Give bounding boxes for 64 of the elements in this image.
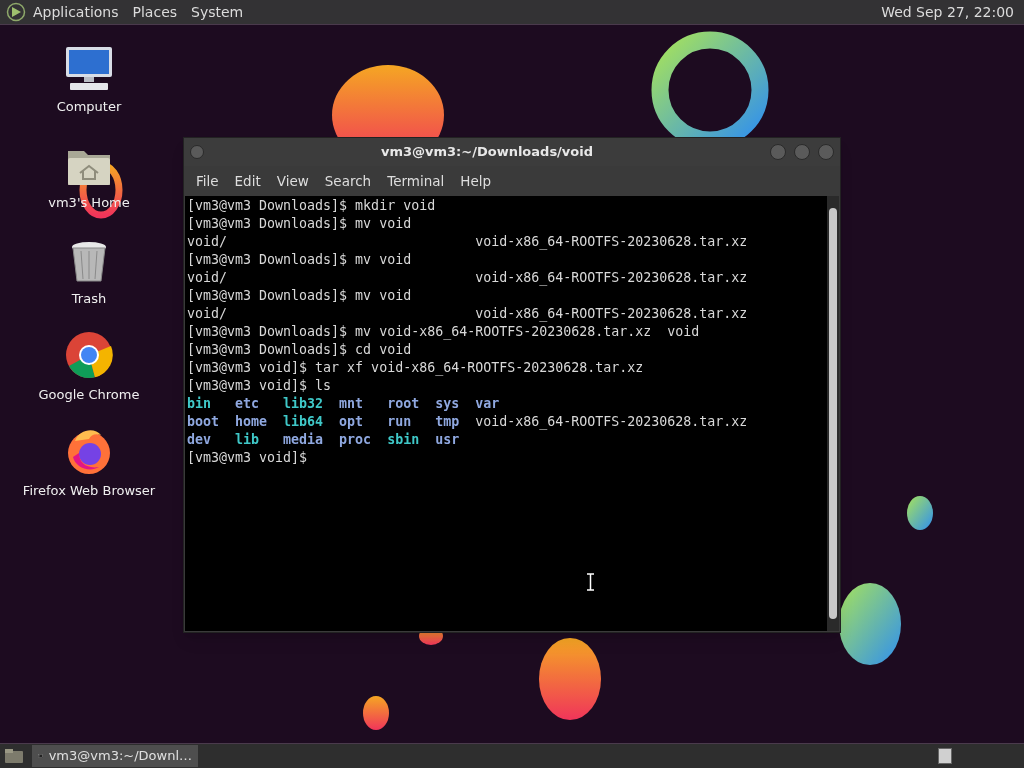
- file-name: tmp: [435, 414, 460, 429]
- panel-menu[interactable]: Applications: [33, 1, 119, 23]
- maximize-button[interactable]: [794, 144, 810, 160]
- file-name: opt: [339, 414, 364, 429]
- file-name: media: [283, 432, 324, 447]
- terminal-line: [vm3@vm3 Downloads]$ mv void: [187, 252, 412, 267]
- file-name: void-x86_64-ROOTFS-20230628.tar.xz: [475, 414, 748, 429]
- panel-clock[interactable]: Wed Sep 27, 22:00: [881, 1, 1018, 23]
- file-name: void-x86_64-ROOTFS-20230628.tar.xz: [475, 270, 748, 285]
- file-name: void-x86_64-ROOTFS-20230628.tar.xz: [475, 306, 748, 321]
- window-menu-button[interactable]: [190, 145, 204, 159]
- desktop-icon-label[interactable]: Google Chrome: [38, 385, 140, 405]
- minimize-button[interactable]: [770, 144, 786, 160]
- menu-item[interactable]: View: [268, 170, 317, 192]
- file-name: void/: [187, 306, 228, 321]
- file-name: sys: [435, 396, 460, 411]
- file-name: root: [387, 396, 420, 411]
- file-name: lib32: [283, 396, 324, 411]
- desktop-icon-label[interactable]: Trash: [71, 289, 107, 309]
- terminal-line: [vm3@vm3 Downloads]$ cd void: [187, 342, 412, 357]
- menu-item[interactable]: Terminal: [379, 170, 453, 192]
- browser-logo-icon: [65, 331, 113, 379]
- panel-menu[interactable]: Places: [132, 1, 178, 23]
- file-name: bin: [187, 396, 212, 411]
- show-desktop-icon[interactable]: [4, 748, 24, 764]
- monitor-icon: [64, 45, 114, 91]
- scrollbar[interactable]: [827, 196, 839, 631]
- fox-globe-icon: [65, 427, 113, 475]
- file-name: sbin: [387, 432, 420, 447]
- play-logo-icon[interactable]: [6, 2, 26, 22]
- terminal-line: [vm3@vm3 void]$: [187, 450, 308, 465]
- file-name: etc: [235, 396, 260, 411]
- trash-icon: [69, 239, 109, 283]
- panel-menu[interactable]: System: [191, 1, 244, 23]
- file-name: home: [235, 414, 268, 429]
- file-name: var: [475, 396, 500, 411]
- menu-item[interactable]: Search: [316, 170, 380, 192]
- desktop-icon-label[interactable]: Firefox Web Browser: [22, 481, 156, 501]
- file-name: run: [387, 414, 412, 429]
- taskbar-button[interactable]: vm3@vm3:~/Downl…: [32, 745, 198, 767]
- file-name: mnt: [339, 396, 364, 411]
- text-cursor-icon: [586, 573, 595, 591]
- window-title: vm3@vm3:~/Downloads/void: [379, 143, 595, 162]
- close-button[interactable]: [818, 144, 834, 160]
- menu-item[interactable]: File: [188, 170, 227, 192]
- terminal-line: [vm3@vm3 Downloads]$ mv void: [187, 216, 412, 231]
- file-name: proc: [339, 432, 372, 447]
- menu-item[interactable]: Help: [452, 170, 500, 192]
- file-name: dev: [187, 432, 212, 447]
- file-name: void/: [187, 270, 228, 285]
- terminal-line: [vm3@vm3 Downloads]$ mv void-x86_64-ROOTFS-20230628.tar.xz void: [187, 324, 700, 339]
- file-name: void-x86_64-ROOTFS-20230628.tar.xz: [475, 234, 748, 249]
- file-name: void/: [187, 234, 228, 249]
- desktop-icon-label[interactable]: Computer: [56, 97, 122, 117]
- terminal-line: [vm3@vm3 void]$ ls: [187, 378, 332, 393]
- file-name: usr: [435, 432, 460, 447]
- menu-item[interactable]: Edit: [226, 170, 269, 192]
- terminal-line: [vm3@vm3 void]$ tar xf void-x86_64-ROOTFS-20230628.tar.xz: [187, 360, 644, 375]
- terminal-line: [vm3@vm3 Downloads]$ mv void: [187, 288, 412, 303]
- file-name: lib64: [283, 414, 324, 429]
- file-name: boot: [187, 414, 220, 429]
- file-name: lib: [235, 432, 260, 447]
- terminal-line: [vm3@vm3 Downloads]$ mkdir void: [187, 198, 436, 213]
- workspace-switcher[interactable]: [938, 748, 952, 764]
